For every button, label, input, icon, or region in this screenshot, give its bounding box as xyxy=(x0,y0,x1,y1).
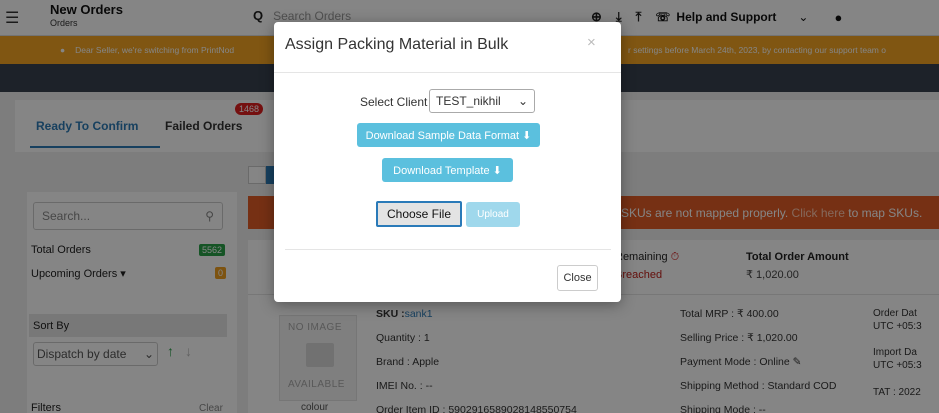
client-select-value: TEST_nikhil xyxy=(436,94,501,108)
client-select[interactable]: TEST_nikhil ⌄ xyxy=(429,89,535,113)
close-icon[interactable]: × xyxy=(587,34,596,51)
chevron-down-icon: ⌄ xyxy=(517,94,528,108)
modal-title: Assign Packing Material in Bulk xyxy=(285,36,509,53)
download-template-button[interactable]: Download Template ⬇ xyxy=(382,158,513,182)
select-client-label: Select Client xyxy=(360,95,428,109)
modal-divider-bottom xyxy=(285,249,611,250)
modal-divider-top xyxy=(274,72,621,73)
choose-file-button[interactable]: Choose File xyxy=(376,201,462,227)
download-sample-format-button[interactable]: Download Sample Data Format ⬇ xyxy=(357,123,540,147)
close-button[interactable]: Close xyxy=(557,265,598,291)
assign-packing-material-modal: Assign Packing Material in Bulk × Select… xyxy=(274,22,621,302)
upload-button[interactable]: Upload xyxy=(466,202,520,227)
